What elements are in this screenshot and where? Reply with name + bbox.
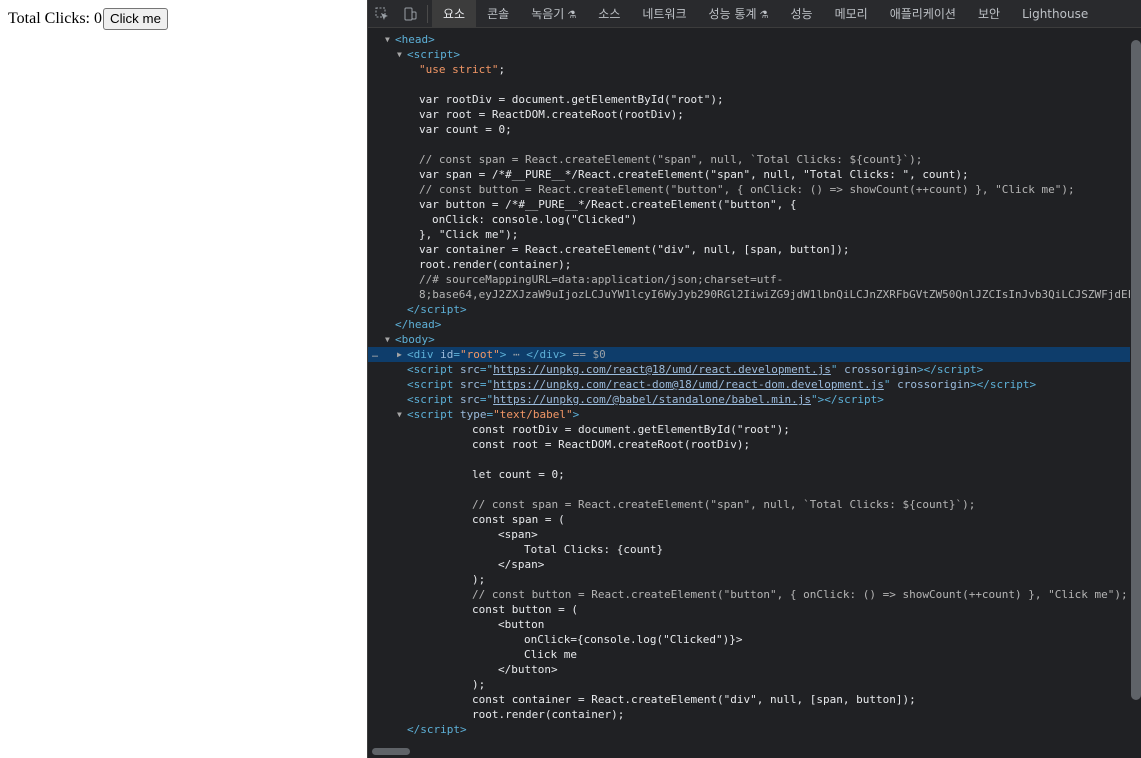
code-line: </button> [498, 663, 558, 676]
collapse-triangle-icon[interactable]: ▼ [385, 332, 390, 347]
tab-application[interactable]: 애플리케이션 [879, 0, 967, 28]
tab-recorder[interactable]: 녹음기 ⚗ [520, 0, 587, 28]
script-tag[interactable]: <script src="https://unpkg.com/@babel/st… [368, 392, 1130, 407]
collapsed-children-icon[interactable]: ⋯ [506, 348, 526, 361]
script-src-link[interactable]: https://unpkg.com/@babel/standalone/babe… [493, 393, 811, 406]
script-src-link[interactable]: https://unpkg.com/react@18/umd/react.dev… [493, 363, 831, 376]
head-open[interactable]: ▼ <head> [368, 32, 1130, 47]
expand-triangle-icon[interactable]: ▶ [397, 347, 402, 362]
code-line: Click me [524, 648, 577, 661]
code-line: onClick={console.log("Clicked")}> [524, 633, 743, 646]
code-line: root.render(container); [419, 258, 572, 271]
devtools-toolbar: 요소 콘솔 녹음기 ⚗ 소스 네트워크 성능 통계 ⚗ 성능 메모리 애플리케이션 … [368, 0, 1141, 28]
experiment-flask-icon: ⚗ [567, 9, 577, 21]
tab-memory[interactable]: 메모리 [824, 0, 879, 28]
code-line: var button = /*#__PURE__*/React.createEl… [419, 198, 797, 211]
code-line: // const button = React.createElement("b… [419, 183, 1075, 196]
tab-elements[interactable]: 요소 [432, 0, 477, 28]
code-line: var count = 0; [419, 123, 512, 136]
script-tag[interactable]: <script src="https://unpkg.com/react-dom… [368, 377, 1130, 392]
collapse-triangle-icon[interactable]: ▼ [397, 407, 402, 422]
inspect-element-icon[interactable] [368, 0, 396, 28]
code-line: }, "Click me"); [419, 228, 519, 241]
tab-console[interactable]: 콘솔 [476, 0, 520, 28]
vertical-scrollbar[interactable] [1131, 40, 1141, 700]
tab-sources[interactable]: 소스 [587, 0, 631, 28]
code-line: <button [498, 618, 545, 631]
code-line: // const span = React.createElement("spa… [419, 153, 923, 166]
more-options-icon[interactable]: … [372, 347, 378, 362]
code-line: var container = React.createElement("div… [419, 243, 850, 256]
code-line: ); [472, 573, 486, 586]
code-line: // const span = React.createElement("spa… [472, 498, 976, 511]
collapse-triangle-icon[interactable]: ▼ [397, 47, 402, 62]
code-line: const container = React.createElement("d… [472, 693, 916, 706]
horizontal-scrollbar-thumb[interactable] [372, 748, 410, 755]
code-line: </span> [498, 558, 545, 571]
body-open[interactable]: ▼ <body> [368, 332, 1130, 347]
code-line: Total Clicks: {count} [524, 543, 664, 556]
page-preview: Total Clicks: 0 Click me [0, 0, 367, 758]
tab-network[interactable]: 네트워크 [631, 0, 697, 28]
experiment-flask-icon: ⚗ [759, 9, 769, 21]
code-line: const root = ReactDOM.createRoot(rootDiv… [472, 438, 751, 451]
tab-security[interactable]: 보안 [967, 0, 1011, 28]
script-src-link[interactable]: https://unpkg.com/react-dom@18/umd/react… [493, 378, 884, 391]
babel-script-open[interactable]: ▼ <script type="text/babel"> [368, 407, 1130, 422]
code-line: const span = ( [472, 513, 565, 526]
app-root: Total Clicks: 0 Click me [8, 8, 168, 30]
script-open[interactable]: ▼ <script> [368, 47, 1130, 62]
code-line: const rootDiv = document.getElementById(… [472, 423, 790, 436]
code-line: var root = ReactDOM.createRoot(rootDiv); [419, 108, 684, 121]
tab-performance[interactable]: 성능 [780, 0, 824, 28]
tab-performance-insights[interactable]: 성능 통계 ⚗ [698, 0, 780, 28]
code-line: root.render(container); [472, 708, 625, 721]
selected-node-marker: == $0 [572, 348, 606, 361]
devtools-panel: 요소 콘솔 녹음기 ⚗ 소스 네트워크 성능 통계 ⚗ 성능 메모리 애플리케이션 … [367, 0, 1141, 758]
script-tag[interactable]: <script src="https://unpkg.com/react@18/… [368, 362, 1130, 377]
code-line: // const button = React.createElement("b… [472, 588, 1128, 601]
code-line: ); [472, 678, 486, 691]
collapse-triangle-icon[interactable]: ▼ [385, 32, 390, 47]
code-line: var rootDiv = document.getElementById("r… [419, 93, 724, 106]
click-me-button[interactable]: Click me [102, 8, 168, 30]
toolbar-separator [427, 4, 428, 23]
code-line: "use strict"; [419, 63, 506, 76]
tab-lighthouse[interactable]: Lighthouse [1011, 0, 1099, 28]
script-close[interactable]: </script> [368, 722, 1130, 737]
code-line: var span = /*#__PURE__*/React.createElem… [419, 168, 969, 181]
elements-tree: ▼ <head> ▼ <script> "use strict"; var root… [368, 28, 1130, 744]
code-line: const button = ( [472, 603, 578, 616]
code-line: //# sourceMappingURL=data:application/js… [419, 273, 784, 286]
head-close[interactable]: </head> [368, 317, 1130, 332]
code-line: <span> [498, 528, 538, 541]
code-line: let count = 0; [472, 468, 565, 481]
total-clicks-text: Total Clicks: 0 [8, 10, 102, 27]
device-toolbar-icon[interactable] [396, 0, 424, 28]
code-line: 8;base64,eyJ2ZXJzaW9uIjozLCJuYW1lcyI6WyJ… [419, 288, 1130, 301]
code-line: onClick: console.log("Clicked") [432, 213, 638, 226]
script-close[interactable]: </script> [368, 302, 1130, 317]
horizontal-scrollbar[interactable] [368, 746, 1141, 756]
root-div-node[interactable]: … ▶ <div id="root"> ⋯ </div> == $0 [368, 347, 1130, 362]
